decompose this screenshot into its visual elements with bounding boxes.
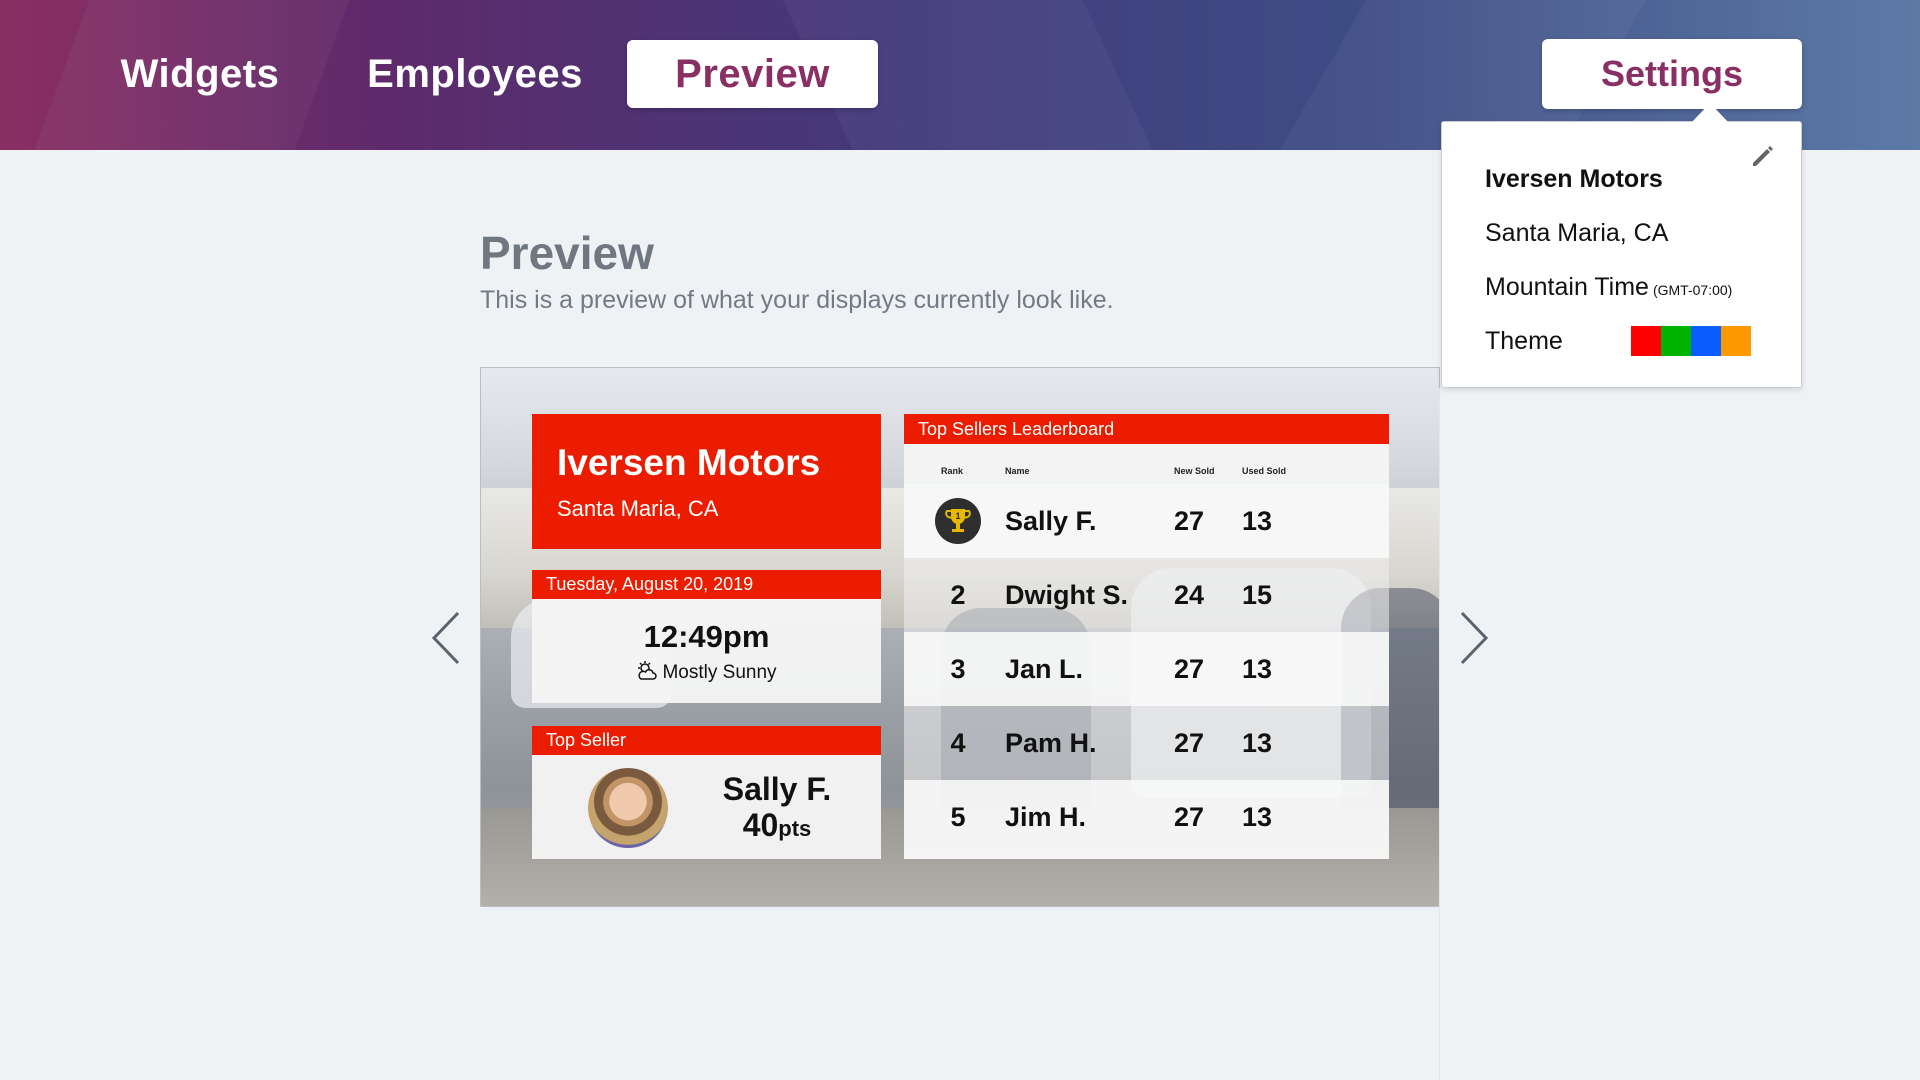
clock-time: 12:49pm [643,619,770,654]
row-rank: 5 [950,801,966,832]
row-used-sold: 13 [1242,727,1273,758]
row-rank: 2 [950,579,966,610]
leaderboard-table: Rank Name New Sold Used Sold 1 Sally F. … [904,444,1389,859]
trophy-rank-label: 1 [955,511,960,521]
top-seller-name: Sally F. [722,771,832,807]
theme-swatch-red[interactable] [1631,326,1661,356]
row-name: Jim H. [1005,801,1087,832]
dealer-name: Iversen Motors [557,442,821,483]
timezone-offset: (GMT-07:00) [1652,282,1733,298]
trophy-icon: 1 [935,498,981,544]
row-new-sold: 27 [1174,801,1205,832]
row-rank: 3 [950,653,966,684]
top-seller-points-unit: pts [778,816,812,841]
theme-swatch-green[interactable] [1661,326,1691,356]
theme-swatch-blue[interactable] [1691,326,1721,356]
tab-widgets[interactable]: Widgets [100,40,300,108]
row-name: Dwight S. [1005,579,1128,610]
row-new-sold: 27 [1174,653,1205,684]
column-header-rank: Rank [941,466,964,476]
top-seller-avatar [588,768,668,848]
leaderboard-row: 4 Pam H. 27 13 [904,706,1389,780]
column-header-new-sold: New Sold [1174,466,1215,476]
tab-preview[interactable]: Preview [627,40,878,108]
weather-label: Mostly Sunny [662,662,777,683]
column-header-used-sold: Used Sold [1242,466,1287,476]
row-new-sold: 27 [1174,505,1205,536]
next-arrow-icon[interactable] [1452,608,1492,668]
previous-arrow-icon[interactable] [428,608,468,668]
row-used-sold: 13 [1242,801,1273,832]
settings-location: Santa Maria, CA [1485,219,1669,247]
leaderboard-header [904,444,1389,484]
column-header-name: Name [1005,466,1030,476]
top-seller-strip: Top Seller [532,726,881,755]
row-name: Pam H. [1005,727,1097,758]
weather-row: Mostly Sunny [532,661,881,684]
tab-employees[interactable]: Employees [360,40,590,108]
top-seller-card: Sally F. 40pts [532,755,881,859]
row-new-sold: 24 [1174,579,1205,610]
settings-dropdown: Iversen Motors Santa Maria, CA Mountain … [1441,121,1802,388]
leaderboard-row: 1 Sally F. 27 13 [904,484,1389,558]
row-name: Jan L. [1005,653,1084,684]
display-preview: Iversen Motors Santa Maria, CA Tuesday, … [480,367,1440,907]
top-seller-points: 40pts [672,807,882,844]
dealer-card: Iversen Motors Santa Maria, CA [532,414,881,549]
edit-pencil-icon[interactable] [1749,143,1775,169]
settings-caret [1692,103,1728,122]
row-rank: 4 [950,727,966,758]
settings-dealer-name: Iversen Motors [1485,165,1663,193]
partly-sunny-icon [638,661,658,680]
settings-theme-label: Theme [1485,327,1563,355]
leaderboard-row: 2 Dwight S. 24 15 [904,558,1389,632]
theme-swatch-orange[interactable] [1721,326,1751,356]
row-name: Sally F. [1005,505,1097,536]
leaderboard-row: 3 Jan L. 27 13 [904,632,1389,706]
top-seller-points-value: 40 [742,807,779,843]
page-title: Preview [480,227,654,279]
leaderboard-title: Top Sellers Leaderboard [904,414,1389,444]
clock-card: 12:49pm Mostly Sunny [532,599,881,703]
row-used-sold: 15 [1242,579,1273,610]
settings-button[interactable]: Settings [1542,39,1802,109]
row-new-sold: 27 [1174,727,1205,758]
leaderboard-row: 5 Jim H. 27 13 [904,780,1389,859]
timezone-name: Mountain Time [1485,273,1649,301]
row-used-sold: 13 [1242,653,1273,684]
page-subtitle: This is a preview of what your displays … [480,286,1114,314]
dealer-location: Santa Maria, CA [557,496,719,521]
row-used-sold: 13 [1242,505,1273,536]
date-strip: Tuesday, August 20, 2019 [532,570,881,599]
content-divider [1439,388,1440,1080]
settings-timezone: Mountain Time (GMT-07:00) [1485,273,1732,302]
